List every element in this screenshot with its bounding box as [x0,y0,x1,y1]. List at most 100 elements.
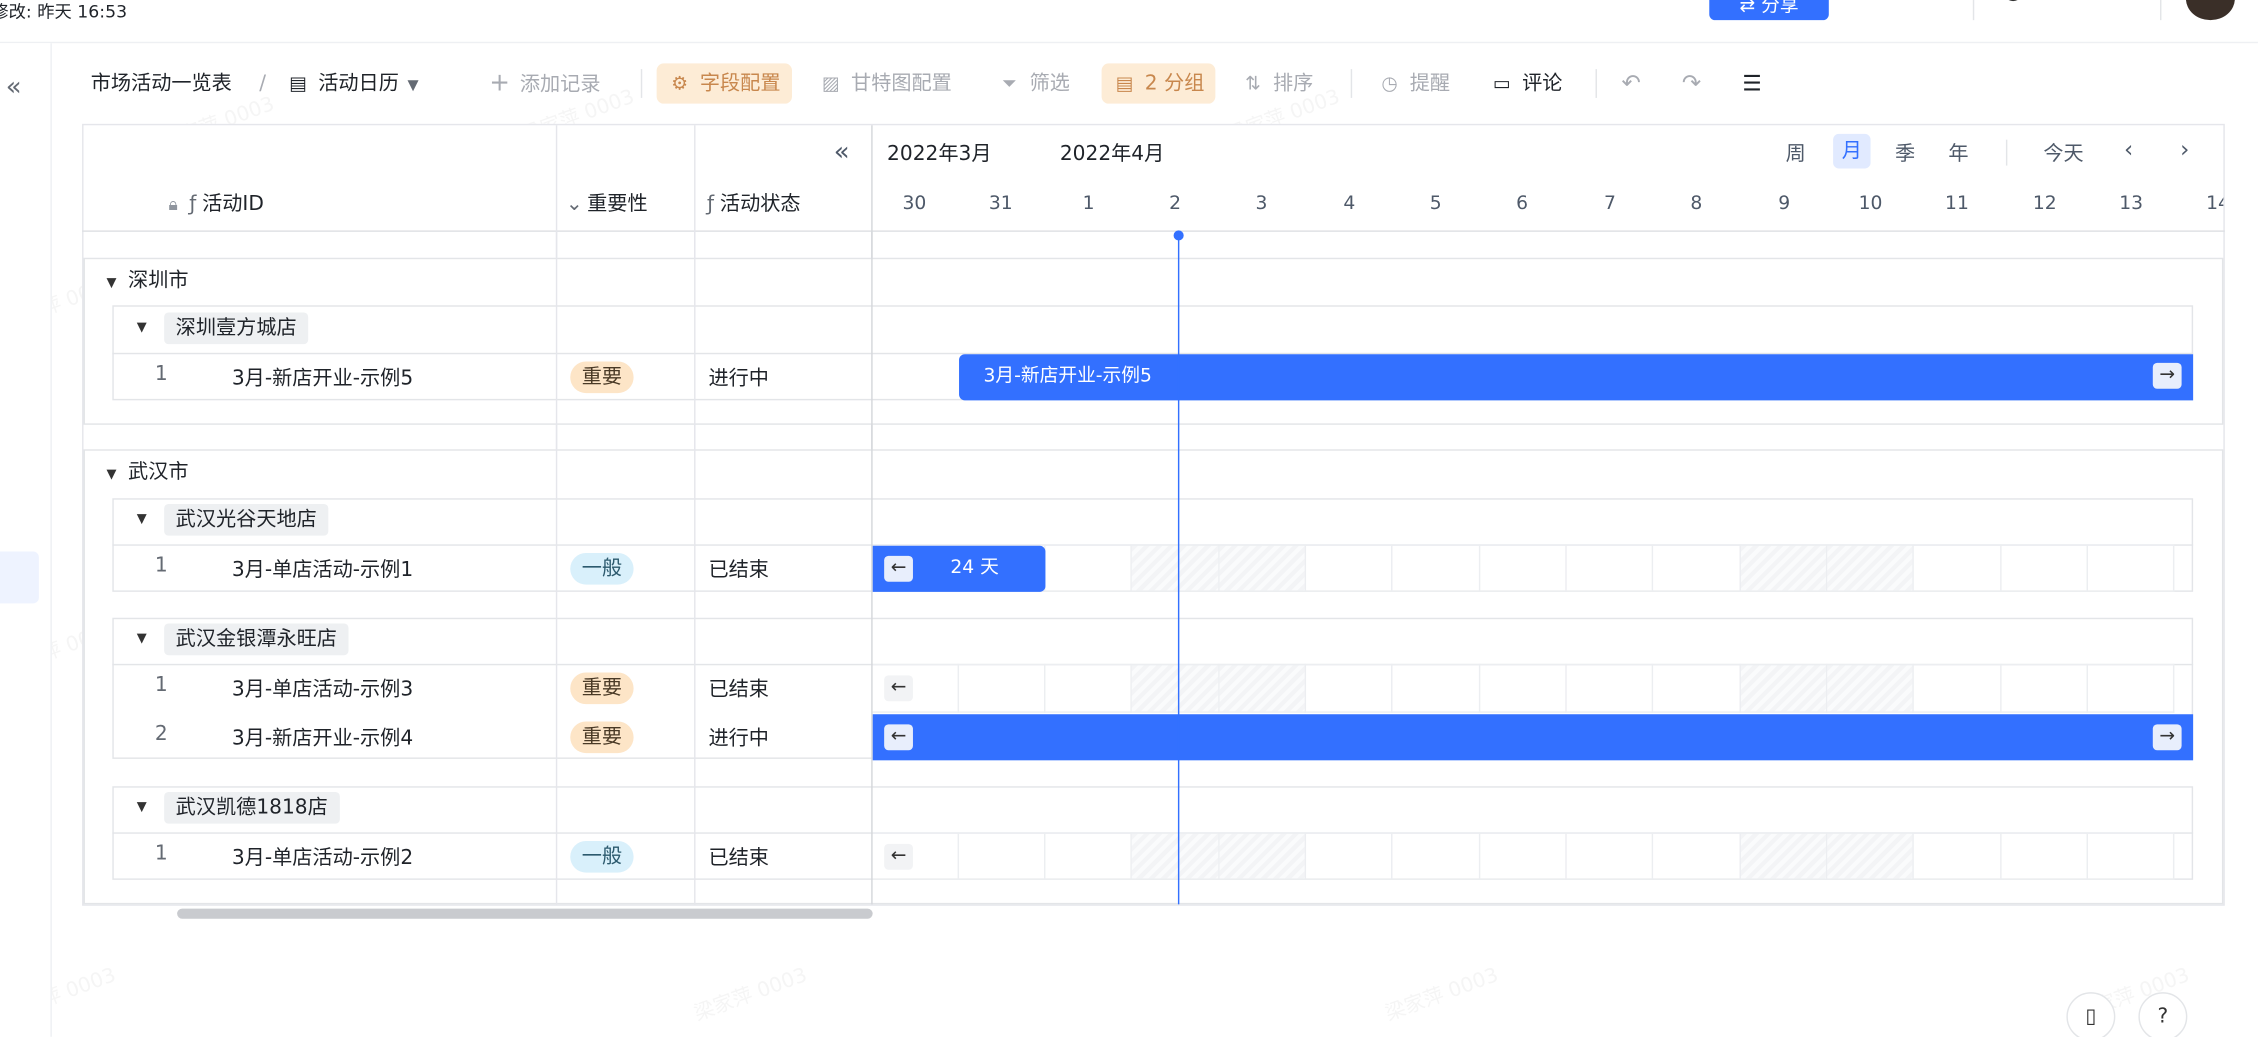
redo-icon[interactable]: ↷ [1682,63,1701,103]
gantt-bar[interactable] [872,714,2194,761]
day-label: 11 [1945,192,1969,215]
search-icon[interactable] [1999,0,2028,17]
day-label: 5 [1429,192,1442,215]
importance-tag[interactable]: 重要 [570,721,634,754]
search-records-icon[interactable]: ☰ [1742,63,1761,103]
city-group-header[interactable]: ▼ 武汉市 [107,456,189,488]
gantt-config-button[interactable]: ▨ 甘特图配置 [819,63,952,103]
day-cell [2001,663,2088,713]
add-record-button[interactable]: + 添加记录 [488,63,600,103]
calendar-view-icon: ▤ [289,73,307,96]
day-cell [1653,544,1741,592]
scale-quarter[interactable]: 季 [1895,138,1915,167]
arrow-left-icon[interactable]: ← [884,724,913,751]
status-cell[interactable]: 进行中 [708,723,768,752]
breadcrumb-table[interactable]: 市场活动一览表 [91,63,232,103]
row-number: 2 [154,722,168,746]
share-icon: ⇄ [1739,0,1762,18]
column-label: 重要性 [587,192,648,217]
day-cell [1392,544,1481,592]
day-cell [1045,832,1132,880]
activity-id-cell[interactable]: 3月-新店开业-示例4 [232,723,413,752]
status-cell[interactable]: 进行中 [708,363,768,392]
store-group-label[interactable]: 武汉光谷天地店 [164,504,329,536]
city-group-header[interactable]: ▼ 深圳市 [107,265,189,297]
toolbar-divider [640,69,643,98]
day-label: 10 [1858,192,1883,215]
arrow-left-icon[interactable]: ← [884,555,913,582]
arrow-right-icon[interactable]: → [2152,724,2182,751]
importance-tag[interactable]: 一般 [570,840,634,873]
activity-id-cell[interactable]: 3月-单店活动-示例3 [232,674,413,703]
day-label: 6 [1516,192,1529,215]
scale-year[interactable]: 年 [1948,138,1968,167]
topbar-divider [1972,0,1975,21]
horizontal-scrollbar[interactable] [177,908,873,919]
store-group-label[interactable]: 武汉金银潭永旺店 [164,623,349,656]
field-config-button[interactable]: ⚙ 字段配置 [656,63,793,104]
day-label: 4 [1343,192,1356,215]
plus-icon[interactable] [2052,0,2081,17]
caret-down-icon[interactable]: ▼ [137,801,147,815]
today-button[interactable]: 今天 [2043,138,2083,167]
sort-icon: ⇅ [1244,73,1261,96]
arrow-left-icon[interactable]: ← [884,843,913,870]
collapse-grid-icon[interactable]: « [834,137,850,167]
activity-id-cell[interactable]: 3月-新店开业-示例5 [232,363,413,392]
sort-button[interactable]: ⇅ 排序 [1241,63,1313,103]
arrow-left-icon[interactable]: ← [884,675,913,702]
filter-button[interactable]: ⏷ 筛选 [998,63,1070,103]
timeline-row [872,663,2193,713]
activity-id-cell[interactable]: 3月-单店活动-示例1 [232,554,413,583]
importance-tag[interactable]: 重要 [570,361,634,394]
grid-timeline-divider [871,231,873,905]
breadcrumb-separator: / [259,72,266,96]
comment-button[interactable]: ▭ 评论 [1490,63,1562,103]
bell-icon[interactable] [1855,0,1884,20]
next-icon[interactable]: › [2180,135,2189,162]
scale-month[interactable]: 月 [1833,133,1871,169]
caret-down-icon[interactable]: ▼ [137,632,147,646]
weekend-cell [1740,832,1828,880]
column-header-status[interactable]: ƒ 活动状态 [707,189,801,218]
caret-down-icon: ▼ [106,468,117,483]
share-button[interactable]: ⇄ 分享 [1709,0,1829,21]
caret-down-icon[interactable]: ▼ [137,513,147,527]
city-name: 武汉市 [128,460,189,484]
gantt-bar[interactable]: 3月-新店开业-示例5 [959,354,2194,401]
weekend-cell [1827,663,1914,713]
scale-week[interactable]: 周 [1786,138,1806,167]
store-group-label[interactable]: 武汉凯德1818店 [164,792,340,824]
view-name: 活动日历 [318,72,399,96]
day-cell [1653,663,1741,713]
column-header-activity-id[interactable]: 🔒︎ ƒ 活动ID [168,189,263,218]
status-cell[interactable]: 已结束 [708,674,768,703]
reminder-label: 提醒 [1409,72,1451,96]
reminder-button[interactable]: ◷ 提醒 [1378,63,1450,103]
status-cell[interactable]: 已结束 [708,554,768,583]
arrow-right-icon[interactable]: → [2152,362,2182,389]
lightbulb-icon[interactable] [2105,0,2134,17]
importance-tag[interactable]: 一般 [570,552,634,585]
status-cell[interactable]: 已结束 [708,842,768,871]
row-number: 1 [154,842,168,866]
help-icon[interactable]: ? [2138,992,2188,1037]
day-label: 2 [1169,192,1182,215]
undo-icon[interactable]: ↶ [1621,63,1640,103]
sidebar-active-item[interactable] [0,551,39,604]
activity-id-cell[interactable]: 3月-单店活动-示例2 [232,842,413,871]
importance-tag[interactable]: 重要 [570,672,634,705]
document-icon[interactable]: ▯ [2066,992,2116,1037]
group-button[interactable]: ▤ 2 分组 [1101,63,1216,104]
filter-label: 筛选 [1029,72,1070,96]
collapse-sidebar-icon[interactable]: « [6,72,22,102]
month-label: 2022年4月 [1059,142,1165,166]
store-group-label[interactable]: 深圳壹方城店 [164,312,309,345]
weekend-cell [1131,544,1220,592]
column-header-importance[interactable]: ⌄ 重要性 [566,189,648,218]
timeline-row [872,832,2193,880]
day-label: 13 [2119,192,2144,215]
caret-down-icon[interactable]: ▼ [137,321,147,335]
view-switcher[interactable]: ▤ 活动日历 ▼ [287,63,418,103]
previous-icon[interactable]: ‹ [2124,135,2133,162]
